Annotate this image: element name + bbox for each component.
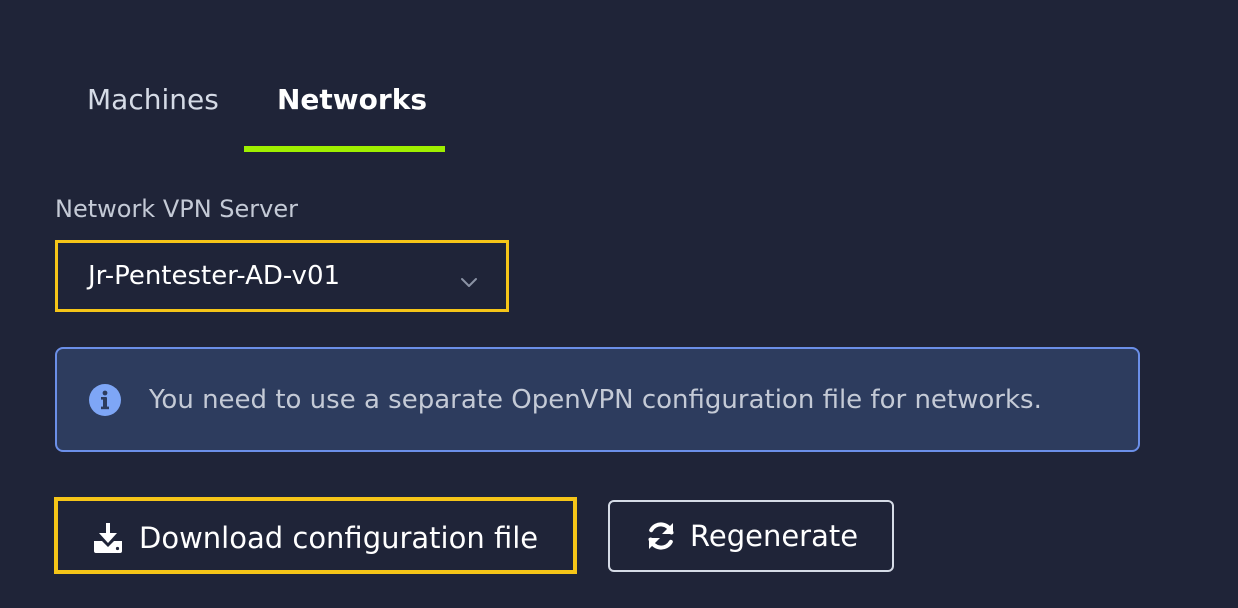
refresh-icon [648,522,674,550]
chevron-down-icon [461,278,477,287]
regenerate-button-label: Regenerate [690,519,859,553]
network-vpn-server-label: Network VPN Server [55,195,299,223]
tab-networks[interactable]: Networks [277,80,427,120]
select-value: Jr-Pentester-AD-v01 [88,261,341,291]
download-button-label: Download configuration file [139,521,539,555]
tab-bar: Machines Networks [0,0,1238,160]
regenerate-button[interactable]: Regenerate [608,500,894,572]
active-tab-indicator [244,146,445,152]
info-alert: You need to use a separate OpenVPN confi… [55,347,1140,452]
download-icon [94,523,122,553]
info-message: You need to use a separate OpenVPN confi… [149,385,1042,415]
info-icon [89,384,121,416]
tab-machines[interactable]: Machines [87,80,219,120]
download-configuration-button[interactable]: Download configuration file [54,497,577,574]
network-vpn-server-select[interactable]: Jr-Pentester-AD-v01 [55,240,509,312]
